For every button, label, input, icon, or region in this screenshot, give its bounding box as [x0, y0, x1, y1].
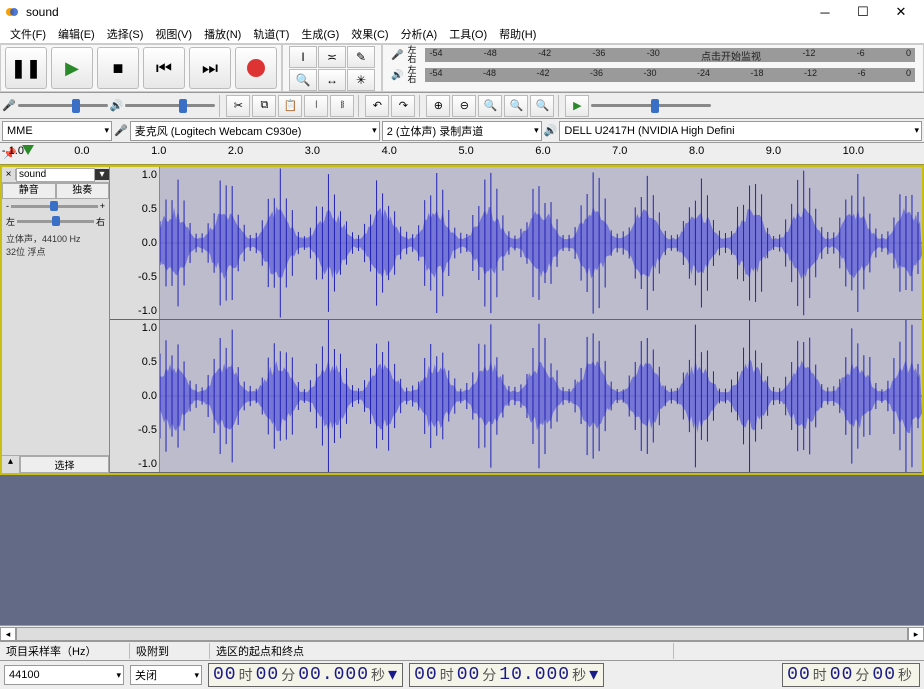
envelope-tool-icon[interactable]: ≍ — [318, 46, 346, 68]
mic-device-icon: 🎤 — [114, 124, 128, 137]
trim-button[interactable]: ⧙ — [304, 95, 328, 117]
tools-toolbar: I ≍ ✎ 🔍 ↔ ✳ — [282, 44, 382, 92]
track-menu-button[interactable]: ▾ — [95, 169, 109, 180]
track-select-button[interactable]: 选择 — [20, 456, 109, 473]
zoom-out-button[interactable]: ⊖ — [452, 95, 476, 117]
menu-select[interactable]: 选择(S) — [103, 24, 148, 43]
transport-toolbar: ❚❚ ▶ ■ ⏮ ⏭ — [0, 44, 282, 92]
meter-LR-label: 左右 — [407, 46, 421, 64]
audio-position-time[interactable]: 00时 00分 00秒 — [782, 663, 920, 687]
audio-host-combo[interactable]: MME▾ — [2, 121, 112, 141]
app-icon — [4, 4, 20, 20]
mic-level-icon: 🎤 — [2, 99, 16, 112]
selection-start-time[interactable]: 00时 00分 00.000秒▾ — [208, 663, 403, 687]
paste-button[interactable]: 📋 — [278, 95, 302, 117]
menu-generate[interactable]: 生成(G) — [297, 24, 343, 43]
timeshift-tool-icon[interactable]: ↔ — [318, 69, 346, 91]
menu-transport[interactable]: 播放(N) — [200, 24, 245, 43]
multi-tool-icon[interactable]: ✳ — [347, 69, 375, 91]
speaker-icon: 🔊 — [391, 70, 403, 81]
waveform-left-channel[interactable] — [160, 167, 922, 319]
menu-view[interactable]: 视图(V) — [151, 24, 196, 43]
track-close-button[interactable]: × — [2, 169, 16, 180]
close-button[interactable]: ✕ — [882, 1, 920, 23]
scroll-left-button[interactable]: ◂ — [0, 627, 16, 641]
menu-edit[interactable]: 编辑(E) — [54, 24, 99, 43]
menu-bar: 文件(F) 编辑(E) 选择(S) 视图(V) 播放(N) 轨道(T) 生成(G… — [0, 24, 924, 44]
cut-button[interactable]: ✂ — [226, 95, 250, 117]
window-title: sound — [26, 5, 806, 19]
menu-file[interactable]: 文件(F) — [6, 24, 50, 43]
playback-volume-slider[interactable] — [125, 98, 215, 114]
solo-button[interactable]: 独奏 — [56, 183, 110, 199]
selection-tool-icon[interactable]: I — [289, 46, 317, 68]
stop-button[interactable]: ■ — [97, 47, 139, 89]
horizontal-scrollbar[interactable]: ◂ ▸ — [0, 625, 924, 641]
draw-tool-icon[interactable]: ✎ — [347, 46, 375, 68]
speaker-device-icon: 🔊 — [544, 124, 558, 137]
zoom-toggle-button[interactable]: 🔍 — [530, 95, 554, 117]
menu-tracks[interactable]: 轨道(T) — [249, 24, 293, 43]
y-scale-left: 1.00.50.0-0.5-1.0 — [110, 167, 160, 319]
waveform-right-channel[interactable] — [160, 320, 922, 472]
meter-toolbar: 🎤 左右 -54-48-42-36-30 点击开始监视 -12-60 🔊 左右 … — [382, 44, 924, 92]
undo-button[interactable]: ↶ — [365, 95, 389, 117]
pan-slider[interactable]: 左右 — [2, 213, 109, 230]
playback-meter[interactable]: -54-48-42-36-30-24-18-12-60 — [425, 68, 915, 82]
record-button[interactable] — [235, 47, 277, 89]
timeline-ruler[interactable]: 📌 - 1.0 0.0 1.0 2.0 3.0 4.0 5.0 6.0 7.0 … — [0, 143, 924, 165]
menu-help[interactable]: 帮助(H) — [495, 24, 540, 43]
zoom-fit-button[interactable]: 🔍 — [504, 95, 528, 117]
zoom-tool-icon[interactable]: 🔍 — [289, 69, 317, 91]
track-format-info: 立体声，44100 Hz 32位 浮点 — [2, 230, 109, 260]
project-rate-label: 项目采样率（Hz） — [0, 643, 130, 659]
gain-slider[interactable]: -+ — [2, 199, 109, 213]
snap-label: 吸附到 — [130, 643, 210, 659]
copy-button[interactable]: ⧉ — [252, 95, 276, 117]
recording-channels-combo[interactable]: 2 (立体声) 录制声道▾ — [382, 121, 542, 141]
menu-analyze[interactable]: 分析(A) — [397, 24, 442, 43]
empty-track-space[interactable] — [0, 475, 924, 625]
play-button[interactable]: ▶ — [51, 47, 93, 89]
pause-button[interactable]: ❚❚ — [5, 47, 47, 89]
track-control-panel: × sound ▾ 静音 独奏 -+ 左右 立体声，44100 Hz 32位 浮… — [2, 167, 110, 473]
track-name[interactable]: sound — [16, 168, 95, 182]
silence-button[interactable]: ⧚ — [330, 95, 354, 117]
project-rate-combo[interactable]: 44100▾ — [4, 665, 124, 685]
speaker-level-icon: 🔊 — [110, 99, 124, 112]
play-speed-slider[interactable] — [591, 98, 711, 114]
playback-device-combo[interactable]: DELL U2417H (NVIDIA High Defini▾ — [559, 121, 922, 141]
recording-meter[interactable]: -54-48-42-36-30 点击开始监视 -12-60 — [425, 48, 915, 62]
selection-label: 选区的起点和终点 — [210, 643, 674, 659]
y-scale-right: 1.00.50.0-0.5-1.0 — [110, 320, 160, 472]
track-area: × sound ▾ 静音 独奏 -+ 左右 立体声，44100 Hz 32位 浮… — [0, 165, 924, 475]
scroll-right-button[interactable]: ▸ — [908, 627, 924, 641]
recording-device-combo[interactable]: 麦克风 (Logitech Webcam C930e)▾ — [130, 121, 380, 141]
minimize-button[interactable]: ─ — [806, 1, 844, 23]
selection-end-time[interactable]: 00时 00分 10.000秒▾ — [409, 663, 604, 687]
zoom-in-button[interactable]: ⊕ — [426, 95, 450, 117]
skip-start-button[interactable]: ⏮ — [143, 47, 185, 89]
recording-volume-slider[interactable] — [18, 98, 108, 114]
skip-end-button[interactable]: ⏭ — [189, 47, 231, 89]
meter-LR-label2: 左右 — [407, 66, 421, 84]
play-at-speed-button[interactable]: ▶ — [565, 95, 589, 117]
redo-button[interactable]: ↷ — [391, 95, 415, 117]
snap-combo[interactable]: 关闭▾ — [130, 665, 202, 685]
maximize-button[interactable]: ☐ — [844, 1, 882, 23]
menu-effect[interactable]: 效果(C) — [347, 24, 392, 43]
menu-tools[interactable]: 工具(O) — [445, 24, 491, 43]
mute-button[interactable]: 静音 — [2, 183, 56, 199]
mic-icon: 🎤 — [391, 50, 403, 61]
zoom-selection-button[interactable]: 🔍 — [478, 95, 502, 117]
collapse-button[interactable]: ▴ — [2, 456, 20, 473]
